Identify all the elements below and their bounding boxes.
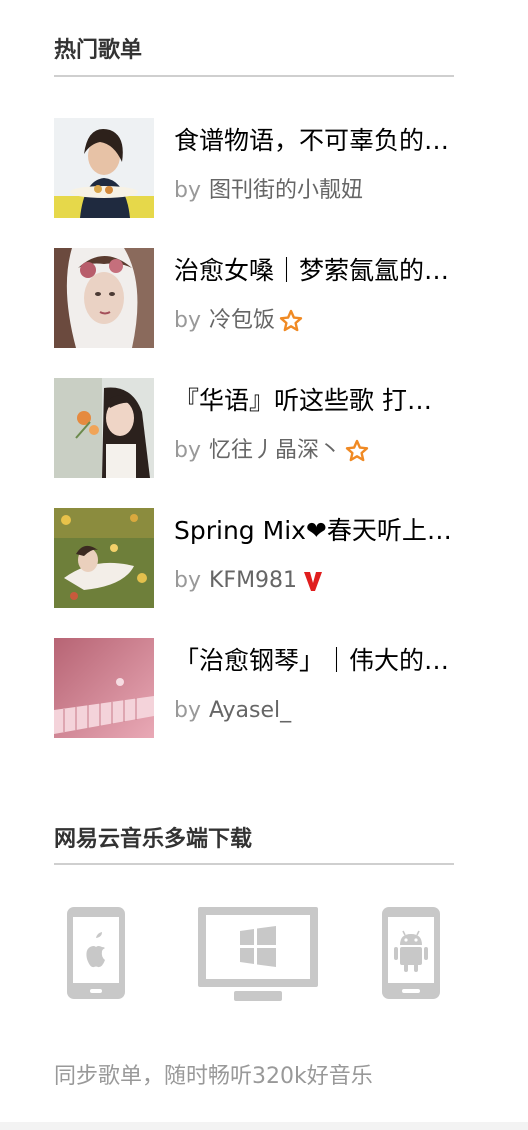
playlist-name[interactable]: 食谱物语，不可辜负的美食与音乐 — [174, 124, 456, 158]
playlist-name[interactable]: 「治愈钢琴」｜伟大的钢琴曲 — [174, 644, 456, 678]
playlist-author-line: by 忆往丿晶深丶 — [174, 436, 369, 466]
author-name[interactable]: Ayasel_ — [209, 696, 291, 726]
hot-playlists-divider — [54, 75, 454, 77]
playlist-cover[interactable] — [54, 248, 154, 348]
playlist-name[interactable]: Spring Mix❤春天听上一首歌 — [174, 514, 456, 548]
playlist-author-line: by KFM981 — [174, 566, 325, 596]
girl-lying-in-grass-photo — [54, 508, 154, 608]
pink-piano-photo — [54, 638, 154, 738]
author-name[interactable]: 冷包饭 — [209, 306, 275, 336]
download-tagline: 同步歌单，随时畅听320k好音乐 — [54, 1064, 373, 1089]
iphone-icon[interactable] — [65, 905, 127, 1001]
playlist-author-line: by 图刊街的小靓妞 — [174, 176, 363, 206]
star-icon — [279, 309, 303, 332]
woman-holding-plate-photo — [54, 118, 154, 218]
playlist-item[interactable]: 食谱物语，不可辜负的美食与音乐 by 图刊街的小靓妞 — [54, 118, 474, 218]
downloads-title: 网易云音乐多端下载 — [54, 827, 253, 852]
playlist-item[interactable]: Spring Mix❤春天听上一首歌 by KFM981 — [54, 508, 474, 608]
author-name[interactable]: 忆往丿晶深丶 — [209, 436, 341, 466]
playlist-list: 食谱物语，不可辜负的美食与音乐 by 图刊街的小靓妞 — [54, 118, 474, 768]
bottom-bar — [0, 1122, 528, 1130]
hot-playlists-title: 热门歌单 — [54, 38, 143, 63]
playlist-cover[interactable] — [54, 118, 154, 218]
playlist-item[interactable]: 『华语』听这些歌 打动你的心 by 忆往丿晶深丶 — [54, 378, 474, 478]
by-label: by — [174, 438, 201, 463]
playlist-author-line: by 冷包饭 — [174, 306, 303, 336]
playlist-cover[interactable] — [54, 378, 154, 478]
woman-with-flowers-photo — [54, 248, 154, 348]
download-platforms — [54, 905, 454, 1005]
v-icon — [304, 572, 323, 591]
windows-pc-icon[interactable] — [196, 905, 320, 1003]
android-phone-icon[interactable] — [380, 905, 442, 1001]
by-label: by — [174, 178, 201, 203]
by-label: by — [174, 308, 201, 333]
playlist-item[interactable]: 「治愈钢琴」｜伟大的钢琴曲 by Ayasel_ — [54, 638, 474, 738]
playlist-cover[interactable] — [54, 638, 154, 738]
playlist-item[interactable]: 治愈女嗓｜梦萦氤氲的温柔女声 by 冷包饭 — [54, 248, 474, 348]
by-label: by — [174, 698, 201, 723]
downloads-divider — [54, 863, 454, 865]
page: 热门歌单 食谱物语，不可辜负的美食与音乐 by 图刊街的小靓妞 — [0, 0, 528, 1130]
by-label: by — [174, 568, 201, 593]
playlist-name[interactable]: 『华语』听这些歌 打动你的心 — [174, 384, 456, 418]
author-name[interactable]: KFM981 — [209, 566, 297, 596]
playlist-cover[interactable] — [54, 508, 154, 608]
girl-with-flowers-photo — [54, 378, 154, 478]
author-name[interactable]: 图刊街的小靓妞 — [209, 176, 363, 206]
playlist-name[interactable]: 治愈女嗓｜梦萦氤氲的温柔女声 — [174, 254, 456, 288]
star-icon — [345, 439, 369, 462]
playlist-author-line: by Ayasel_ — [174, 696, 291, 726]
